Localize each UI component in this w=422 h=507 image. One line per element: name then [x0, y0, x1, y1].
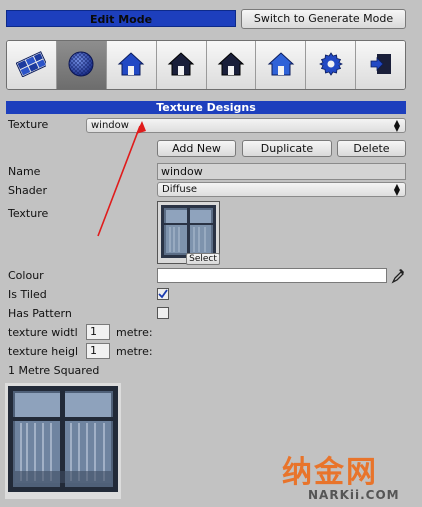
texture-width-unit: metre:	[116, 326, 153, 339]
texture-sphere-icon	[66, 49, 96, 82]
tool-building-blue[interactable]	[106, 41, 157, 89]
texture-preview	[5, 383, 121, 499]
tool-texture-tiles[interactable]	[7, 41, 57, 89]
tool-building-dark-2[interactable]	[206, 41, 257, 89]
dropdown-arrows-icon: ▲ ▼	[393, 118, 400, 133]
colour-field[interactable]	[157, 268, 387, 283]
name-field[interactable]: window	[157, 163, 406, 180]
shader-label: Shader	[8, 184, 47, 197]
texture-width-field[interactable]: 1	[86, 324, 110, 340]
texture-height-label: texture heigl	[8, 345, 79, 358]
switch-to-generate-mode-button[interactable]: Switch to Generate Mode	[241, 9, 406, 29]
colour-label: Colour	[8, 269, 44, 282]
texture-select-label: Texture	[8, 118, 49, 131]
house-blue-icon	[117, 51, 145, 80]
add-new-button[interactable]: Add New	[157, 140, 236, 157]
has-pattern-label: Has Pattern	[8, 307, 72, 320]
gear-icon	[318, 51, 344, 80]
is-tiled-label: Is Tiled	[8, 288, 47, 301]
watermark-logo: 纳金网	[282, 455, 378, 490]
toolbar	[6, 40, 406, 90]
texture-label: Texture	[8, 207, 49, 220]
tool-building-blue-2[interactable]	[256, 41, 307, 89]
texture-designs-header: Texture Designs	[6, 101, 406, 114]
texture-tiles-icon	[16, 50, 49, 80]
window-texture-preview-image	[5, 383, 121, 499]
texture-select-button[interactable]: Select	[186, 253, 220, 265]
tool-settings[interactable]	[306, 41, 357, 89]
name-label: Name	[8, 165, 41, 178]
checkmark-icon	[158, 289, 168, 299]
tool-export[interactable]	[356, 41, 405, 89]
texture-thumbnail[interactable]: Select	[157, 201, 220, 265]
texture-width-label: texture widtl	[8, 326, 78, 339]
texture-height-unit: metre:	[116, 345, 153, 358]
annotation-arrow	[97, 121, 146, 237]
texture-height-field[interactable]: 1	[86, 343, 110, 359]
watermark-text: NARKii.COM	[308, 488, 400, 502]
shader-value: Diffuse	[162, 184, 198, 195]
eyedropper-icon[interactable]	[391, 266, 407, 287]
dropdown-arrows-icon: ▲ ▼	[393, 182, 400, 197]
house-blue-icon	[267, 51, 295, 80]
house-dark-icon	[217, 51, 245, 80]
export-icon	[368, 51, 394, 80]
tool-texture-designs[interactable]	[56, 41, 107, 89]
shader-dropdown[interactable]: Diffuse ▲ ▼	[157, 182, 406, 197]
duplicate-button[interactable]: Duplicate	[242, 140, 332, 157]
preview-label: 1 Metre Squared	[8, 364, 100, 377]
has-pattern-checkbox[interactable]	[157, 307, 169, 319]
is-tiled-checkbox[interactable]	[157, 288, 169, 300]
tool-building-dark-1[interactable]	[156, 41, 207, 89]
mode-title: Edit Mode	[6, 10, 236, 27]
house-dark-icon	[167, 51, 195, 80]
delete-button[interactable]: Delete	[337, 140, 406, 157]
